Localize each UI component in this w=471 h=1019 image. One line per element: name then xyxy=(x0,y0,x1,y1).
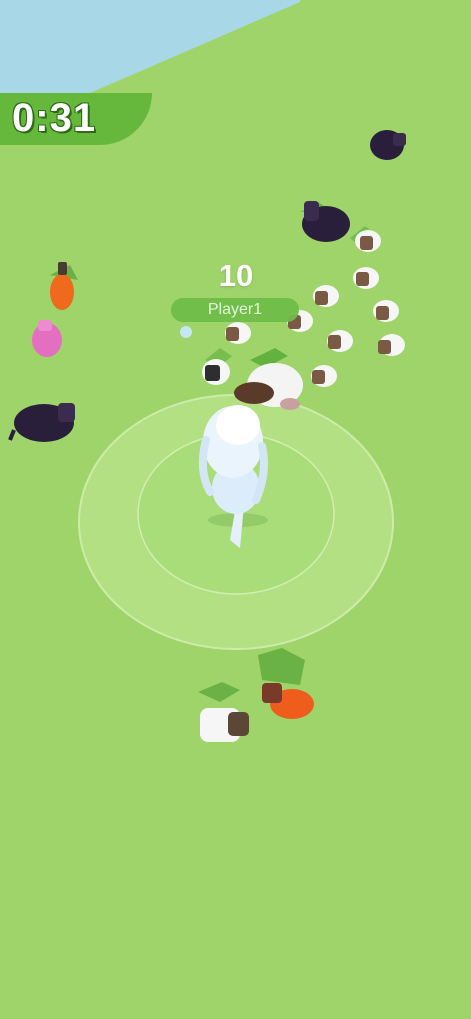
sheep-icon[interactable] xyxy=(353,267,379,289)
player-name-label: Player1 xyxy=(207,301,263,318)
player-indicator-dot xyxy=(180,326,192,338)
cow-icon[interactable] xyxy=(370,130,406,160)
rooster-icon[interactable] xyxy=(258,648,314,719)
sheep-icon[interactable] xyxy=(198,682,249,742)
sheep-icon[interactable] xyxy=(225,322,251,344)
sheep-icon[interactable] xyxy=(311,365,337,387)
sheep-icon[interactable] xyxy=(313,285,339,307)
sheep-icon[interactable] xyxy=(350,226,381,252)
player-score: 10 xyxy=(218,258,254,293)
sheep-icon[interactable] xyxy=(327,330,353,352)
cow-icon[interactable] xyxy=(8,403,75,442)
game-field[interactable] xyxy=(0,0,471,1019)
sheep-icon[interactable] xyxy=(373,300,399,322)
pig-icon[interactable] xyxy=(32,320,62,357)
carried-sheep-icon xyxy=(234,348,303,410)
rooster-icon[interactable] xyxy=(50,262,78,310)
water-area xyxy=(0,0,300,93)
match-timer: 0:31 xyxy=(12,96,97,140)
cow-icon[interactable] xyxy=(300,201,350,242)
sheep-icon[interactable] xyxy=(202,348,232,385)
sheep-icon[interactable] xyxy=(378,334,405,356)
